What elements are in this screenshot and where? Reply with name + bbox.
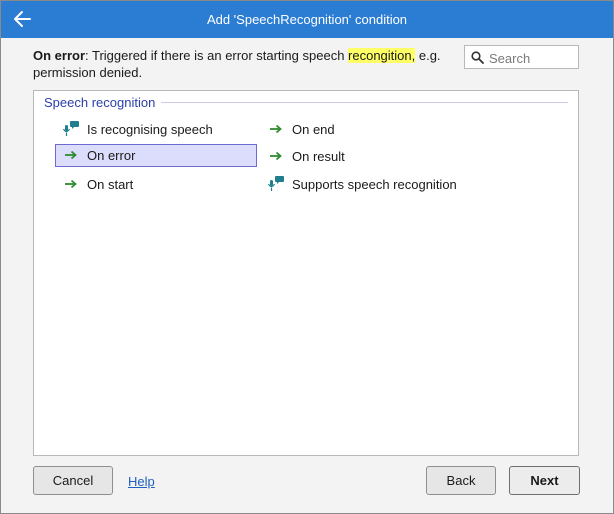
cancel-button[interactable]: Cancel — [33, 466, 113, 495]
conditions-panel: Speech recognition Is recognising speech — [33, 90, 579, 456]
condition-is-recognising-speech[interactable]: Is recognising speech — [55, 118, 256, 140]
dialog-title: Add 'SpeechRecognition' condition — [206, 12, 408, 27]
search-icon — [471, 51, 484, 64]
trigger-arrow-icon — [63, 176, 79, 192]
description-text: : Triggered if there is an error startin… — [85, 48, 349, 63]
trigger-arrow-icon — [268, 148, 284, 164]
condition-label: On error — [87, 148, 136, 163]
condition-label: Supports speech recognition — [292, 177, 457, 192]
title-bar: Add 'SpeechRecognition' condition — [1, 1, 613, 38]
condition-label: On start — [87, 177, 134, 192]
condition-on-start[interactable]: On start — [55, 173, 256, 195]
next-button[interactable]: Next — [509, 466, 580, 495]
condition-on-error[interactable]: On error — [55, 144, 257, 167]
group-title: Speech recognition — [44, 95, 162, 110]
group-divider — [160, 102, 568, 103]
back-button[interactable]: Back — [426, 466, 496, 495]
help-link[interactable]: Help — [128, 474, 155, 489]
condition-supports-speech-recognition[interactable]: Supports speech recognition — [260, 173, 490, 195]
condition-on-end[interactable]: On end — [260, 118, 490, 140]
search-input[interactable] — [487, 48, 579, 68]
trigger-arrow-icon — [268, 121, 284, 137]
condition-label: On end — [292, 122, 335, 137]
condition-label: Is recognising speech — [87, 122, 213, 137]
search-box[interactable] — [464, 45, 579, 69]
condition-on-result[interactable]: On result — [260, 145, 490, 167]
condition-description: On error: Triggered if there is an error… — [33, 47, 453, 81]
trigger-arrow-icon — [63, 147, 79, 163]
add-condition-dialog: Add 'SpeechRecognition' condition On err… — [0, 0, 614, 514]
condition-label: On result — [292, 149, 345, 164]
speech-recognition-icon — [62, 121, 79, 137]
description-highlight: recongition, — [348, 48, 416, 63]
description-name: On error — [33, 48, 86, 63]
speech-recognition-icon — [267, 176, 284, 192]
